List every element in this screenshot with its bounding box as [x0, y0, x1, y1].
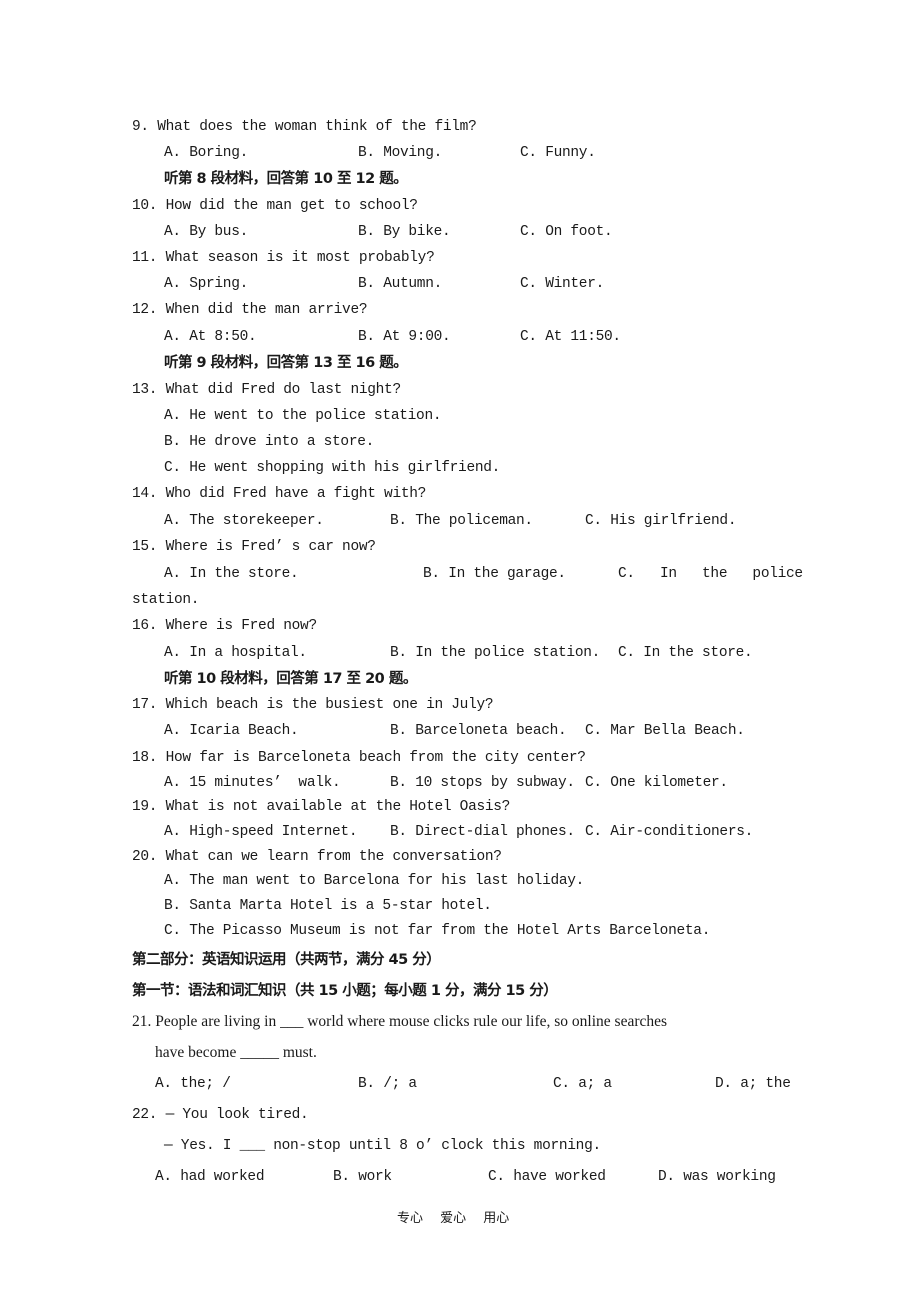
question-number: 14. [132, 486, 158, 502]
question-17: 17. Which beach is the busiest one in Ju… [132, 695, 494, 715]
option-b: B. Autumn. [358, 276, 443, 292]
option-c: C. His girlfriend. [585, 513, 737, 529]
option-c: C. One kilometer. [585, 775, 728, 791]
option-c: C. The Picasso Museum is not far from th… [164, 923, 711, 939]
question-14: 14. Who did Fred have a fight with? [132, 484, 426, 504]
question-12: 12. When did the man arrive? [132, 300, 368, 320]
question-10: 10. How did the man get to school? [132, 196, 418, 216]
option-c: C. Air-conditioners. [585, 824, 754, 840]
question-number: 18. [132, 750, 158, 766]
question-text: Where is Fred’ s car now? [165, 539, 376, 555]
question-number: 16. [132, 618, 158, 634]
section-heading-8: 听第 8 段材料，回答第 10 至 12 题。 [164, 171, 408, 187]
question-15: 15. Where is Fred’ s car now? [132, 537, 376, 557]
option-b: B. work [333, 1169, 392, 1185]
option-c: C. On foot. [520, 224, 613, 240]
question-text: What season is it most probably? [165, 250, 435, 266]
option-a: A. Boring. [164, 145, 249, 161]
option-b: B. Barceloneta beach. [390, 723, 567, 739]
option-c: C. In the store. [618, 645, 753, 661]
question-text: Which beach is the busiest one in July? [165, 697, 494, 713]
question-number: 15. [132, 539, 158, 555]
question-16: 16. Where is Fred now? [132, 616, 317, 636]
question-21-text-cont: have become _____ must. [155, 1044, 317, 1061]
question-number: 10. [132, 198, 158, 214]
option-b: B. 10 stops by subway. [390, 775, 575, 791]
question-text: What is not available at the Hotel Oasis… [165, 799, 511, 815]
option-a: A. The man went to Barcelona for his las… [164, 873, 585, 889]
option-b: B. In the garage. [423, 566, 566, 582]
question-number: 17. [132, 697, 158, 713]
question-number: 20. [132, 849, 158, 865]
section-heading-9: 听第 9 段材料，回答第 13 至 16 题。 [164, 355, 408, 371]
option-b: B. Moving. [358, 145, 443, 161]
question-text: When did the man arrive? [165, 302, 368, 318]
option-a: A. In a hospital. [164, 645, 307, 661]
section-heading-grammar: 第一节：语法和词汇知识（共 15 小题；每小题 1 分，满分 15 分） [132, 983, 558, 999]
option-d: D. a; the [715, 1076, 791, 1092]
option-b: B. The policeman. [390, 513, 533, 529]
option-c: C. have worked [488, 1169, 606, 1185]
question-number: 9. [132, 119, 149, 135]
option-a: A. 15 minutes’ walk. [164, 775, 341, 791]
question-number: 11. [132, 250, 158, 266]
question-13: 13. What did Fred do last night? [132, 380, 401, 400]
option-a: A. High-speed Internet. [164, 824, 358, 840]
question-9: 9. What does the woman think of the film… [132, 117, 477, 137]
question-18: 18. How far is Barceloneta beach from th… [132, 748, 586, 768]
question-number: 13. [132, 382, 158, 398]
question-text: What can we learn from the conversation? [165, 849, 502, 865]
option-c: C. He went shopping with his girlfriend. [164, 460, 501, 476]
question-text: How far is Barceloneta beach from the ci… [165, 750, 586, 766]
question-11: 11. What season is it most probably? [132, 248, 435, 268]
question-22-text-cont: — Yes. I ___ non-stop until 8 o’ clock t… [164, 1138, 601, 1154]
option-a: A. Icaria Beach. [164, 723, 299, 739]
option-a: A. The storekeeper. [164, 513, 324, 529]
option-b: B. He drove into a store. [164, 434, 375, 450]
question-text: What does the woman think of the film? [157, 119, 477, 135]
option-c: C. At 11:50. [520, 329, 621, 345]
option-a: A. At 8:50. [164, 329, 257, 345]
question-text: How did the man get to school? [165, 198, 418, 214]
question-text: Where is Fred now? [165, 618, 318, 634]
question-19: 19. What is not available at the Hotel O… [132, 797, 510, 817]
option-a: A. the; / [155, 1076, 231, 1092]
page-footer: 专心 爱心 用心 [397, 1211, 510, 1226]
option-c: C. a; a [553, 1076, 612, 1092]
option-c: C. Funny. [520, 145, 596, 161]
option-c: C. Winter. [520, 276, 605, 292]
option-c: C. In the police [618, 566, 803, 582]
option-b: B. In the police station. [390, 645, 601, 661]
question-number: 19. [132, 799, 158, 815]
option-c-continuation: station. [132, 592, 200, 608]
option-d: D. was working [658, 1169, 776, 1185]
option-c: C. Mar Bella Beach. [585, 723, 745, 739]
question-number: 12. [132, 302, 158, 318]
question-text: What did Fred do last night? [165, 382, 402, 398]
option-a: A. had worked [155, 1169, 265, 1185]
option-b: B. Direct-dial phones. [390, 824, 575, 840]
option-b: B. By bike. [358, 224, 451, 240]
question-text: Who did Fred have a fight with? [165, 486, 427, 502]
option-b: B. At 9:00. [358, 329, 451, 345]
question-21-text: 21. People are living in ___ world where… [132, 1013, 668, 1030]
option-a: A. In the store. [164, 566, 299, 582]
option-a: A. Spring. [164, 276, 249, 292]
option-b: B. /; a [358, 1076, 417, 1092]
option-a: A. He went to the police station. [164, 408, 442, 424]
question-22-text: 22. — You look tired. [132, 1107, 309, 1123]
option-a: A. By bus. [164, 224, 249, 240]
question-20: 20. What can we learn from the conversat… [132, 847, 502, 867]
section-heading-10: 听第 10 段材料，回答第 17 至 20 题。 [164, 671, 417, 687]
part-heading: 第二部分：英语知识运用（共两节，满分 45 分） [132, 952, 441, 968]
option-b: B. Santa Marta Hotel is a 5-star hotel. [164, 898, 492, 914]
